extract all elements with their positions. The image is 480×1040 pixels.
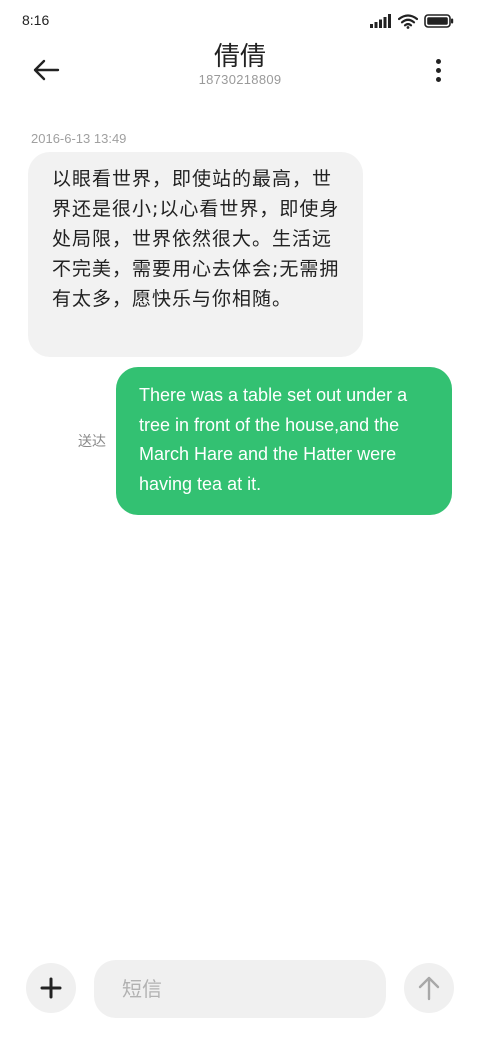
more-vertical-icon-dot xyxy=(435,58,441,64)
message-input[interactable] xyxy=(94,960,386,1018)
message-timestamp: 2016-6-13 13:49 xyxy=(31,131,127,146)
conversation-header: 倩倩 18730218809 xyxy=(0,40,480,100)
status-bar: 8:16 xyxy=(0,0,480,40)
battery-icon xyxy=(424,14,454,28)
contact-title[interactable]: 倩倩 18730218809 xyxy=(100,42,380,88)
message-composer xyxy=(0,950,480,1030)
send-button[interactable] xyxy=(404,963,454,1013)
incoming-message-bubble[interactable]: 以眼看世界，即使站的最高，世界还是很小;以心看世界，即使身处局限，世界依然很大。… xyxy=(28,152,363,357)
plus-icon xyxy=(40,977,62,999)
status-icons xyxy=(370,12,454,30)
arrow-left-icon xyxy=(33,59,60,81)
signal-icon xyxy=(370,14,391,28)
incoming-message-text: 以眼看世界，即使站的最高，世界还是很小;以心看世界，即使身处局限，世界依然很大。… xyxy=(52,168,340,310)
more-vertical-icon-dot xyxy=(435,67,441,73)
add-attachment-button[interactable] xyxy=(26,963,76,1013)
status-time: 8:16 xyxy=(22,12,50,28)
more-options-button[interactable] xyxy=(426,54,450,86)
more-vertical-icon-dot xyxy=(435,76,441,82)
outgoing-message-bubble[interactable]: There was a table set out under a tree i… xyxy=(116,367,452,515)
back-button[interactable] xyxy=(26,52,66,88)
delivery-status: 送达 xyxy=(78,434,106,450)
arrow-up-icon xyxy=(418,976,440,1001)
contact-name: 倩倩 xyxy=(213,42,266,72)
outgoing-message-text: There was a table set out under a tree i… xyxy=(139,385,408,494)
contact-number: 18730218809 xyxy=(198,72,282,87)
wifi-icon xyxy=(398,13,418,29)
